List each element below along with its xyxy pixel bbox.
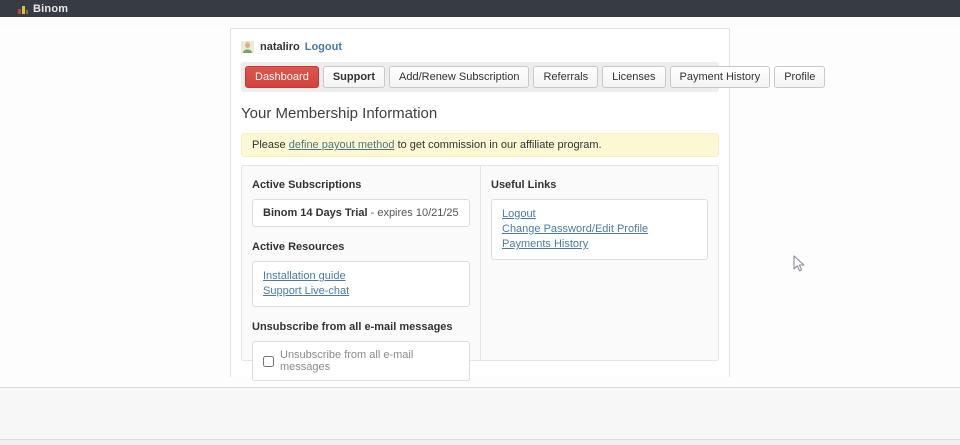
binom-logo-icon (18, 4, 28, 14)
membership-card: nataliro Logout Dashboard Support Add/Re… (230, 28, 730, 377)
top-navigation-bar: Binom (0, 0, 960, 17)
unsubscribe-checkbox[interactable] (263, 356, 274, 367)
useful-links-box: Logout Change Password/Edit Profile Paym… (491, 199, 708, 260)
payout-warning-alert: Please define payout method to get commi… (241, 133, 719, 157)
unsubscribe-box: Unsubscribe from all e-mail messages (252, 341, 470, 381)
tab-bar: Dashboard Support Add/Renew Subscription… (241, 62, 719, 92)
user-avatar-icon (241, 41, 254, 53)
subscription-item: Binom 14 Days Trial - expires 10/21/25 (252, 199, 470, 227)
useful-links-heading: Useful Links (491, 179, 708, 191)
membership-panel: Active Subscriptions Binom 14 Days Trial… (241, 165, 719, 361)
unsubscribe-option: Unsubscribe from all e-mail messages (263, 349, 459, 373)
alert-text-before: Please (252, 139, 289, 151)
tab-support[interactable]: Support (323, 66, 385, 88)
bottom-scroll-strip (0, 439, 960, 445)
tab-add-renew-subscription[interactable]: Add/Renew Subscription (389, 66, 529, 88)
unsubscribe-checkbox-label: Unsubscribe from all e-mail messages (280, 349, 459, 373)
logout-link[interactable]: Logout (502, 207, 697, 222)
tab-payment-history[interactable]: Payment History (670, 66, 771, 88)
subscription-expiry: - expires 10/21/25 (368, 207, 459, 219)
payments-history-link[interactable]: Payments History (502, 237, 697, 252)
active-resources-box: Installation guide Support Live-chat (252, 261, 470, 307)
panel-right-column: Useful Links Logout Change Password/Edit… (480, 166, 718, 360)
brand-name: Binom (33, 3, 68, 15)
page-lower-background (0, 388, 960, 439)
support-live-chat-link[interactable]: Support Live-chat (263, 284, 459, 299)
panel-left-column: Active Subscriptions Binom 14 Days Trial… (242, 166, 480, 360)
change-password-edit-profile-link[interactable]: Change Password/Edit Profile (502, 222, 697, 237)
active-resources-heading: Active Resources (252, 241, 470, 253)
page-background: nataliro Logout Dashboard Support Add/Re… (0, 28, 960, 388)
tab-profile[interactable]: Profile (774, 66, 825, 88)
logout-link-top[interactable]: Logout (305, 41, 342, 53)
tab-licenses[interactable]: Licenses (602, 66, 665, 88)
subscription-name: Binom 14 Days Trial (263, 207, 368, 219)
define-payout-method-link[interactable]: define payout method (289, 139, 395, 151)
unsubscribe-heading: Unsubscribe from all e-mail messages (252, 321, 470, 333)
alert-text-after: to get commission in our affiliate progr… (395, 139, 602, 151)
username: nataliro (260, 41, 300, 53)
installation-guide-link[interactable]: Installation guide (263, 269, 459, 284)
active-subscriptions-heading: Active Subscriptions (252, 179, 470, 191)
page-title: Your Membership Information (241, 105, 719, 122)
tab-dashboard[interactable]: Dashboard (245, 66, 319, 88)
tab-referrals[interactable]: Referrals (533, 66, 598, 88)
user-bar: nataliro Logout (241, 41, 719, 53)
